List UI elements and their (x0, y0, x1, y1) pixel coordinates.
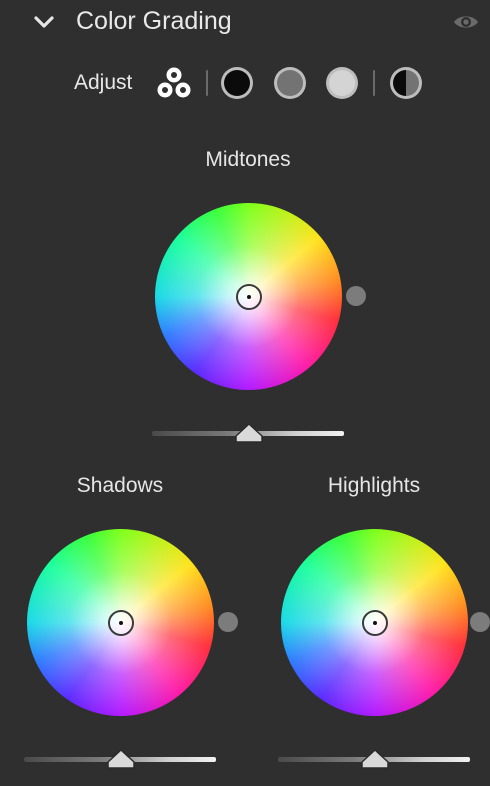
highlights-luminance-thumb[interactable] (360, 748, 390, 770)
mode-shadows-button[interactable] (219, 65, 255, 101)
midtones-saturation-knob[interactable] (346, 286, 366, 306)
mode-midtones-button[interactable] (272, 65, 308, 101)
highlights-color-wheel[interactable] (281, 529, 468, 716)
shadows-color-wheel[interactable] (27, 529, 214, 716)
mid-circle-icon (274, 67, 306, 99)
shadows-hue-handle[interactable] (107, 609, 134, 636)
adjust-label: Adjust (74, 71, 133, 94)
slider-thumb-icon (107, 749, 135, 769)
slider-thumb-icon (361, 749, 389, 769)
dark-circle-icon (221, 67, 253, 99)
panel-title: Color Grading (76, 7, 232, 35)
color-grading-panel: Color Grading Adjust Midtones Shadows Hi… (0, 0, 490, 786)
highlights-saturation-knob[interactable] (470, 612, 490, 632)
mode-global-button[interactable] (388, 65, 424, 101)
mode-highlights-button[interactable] (324, 65, 360, 101)
midtones-color-wheel[interactable] (155, 203, 342, 390)
mode-3way-button[interactable] (154, 64, 194, 102)
separator (206, 70, 208, 96)
light-circle-icon (326, 67, 358, 99)
shadows-label: Shadows (76, 474, 164, 497)
midtones-luminance-thumb[interactable] (234, 422, 264, 444)
eye-icon (454, 16, 478, 28)
half-circle-icon (390, 67, 422, 99)
highlights-label: Highlights (327, 474, 421, 497)
separator (373, 70, 375, 96)
midtones-hue-handle[interactable] (235, 283, 262, 310)
shadows-saturation-knob[interactable] (218, 612, 238, 632)
chevron-down-icon (34, 16, 54, 28)
shadows-luminance-thumb[interactable] (106, 748, 136, 770)
visibility-toggle-button[interactable] (450, 9, 482, 35)
midtones-label: Midtones (205, 148, 291, 171)
slider-thumb-icon (235, 423, 263, 443)
three-way-icon (157, 67, 191, 98)
highlights-hue-handle[interactable] (361, 609, 388, 636)
collapse-button[interactable] (30, 10, 58, 34)
